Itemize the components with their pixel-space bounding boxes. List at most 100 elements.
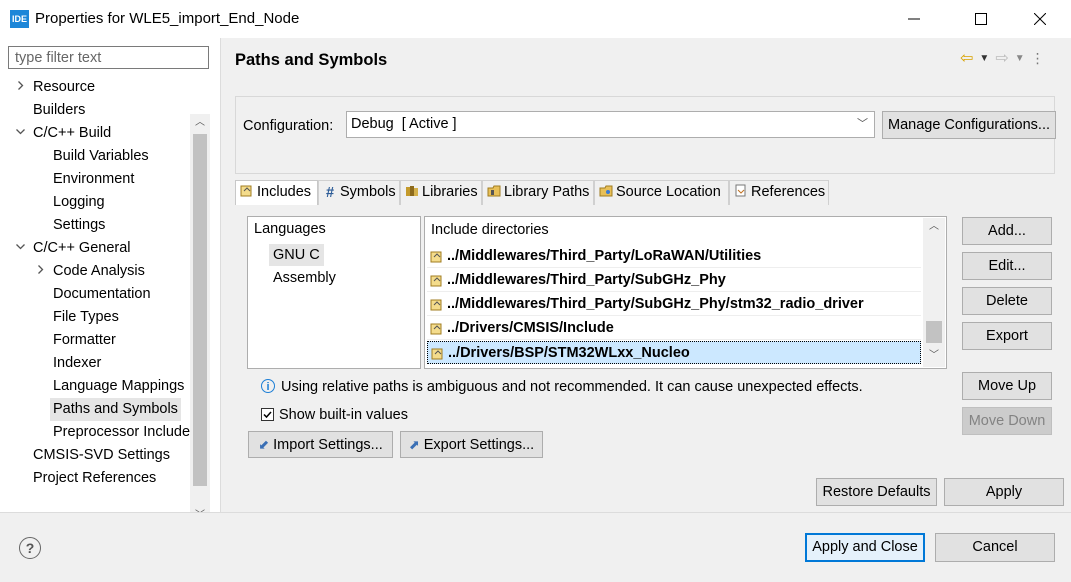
include-directory-path: ../Drivers/CMSIS/Include — [447, 320, 614, 336]
configuration-value: Debug [ Active ] — [351, 116, 457, 132]
include-directory-path: ../Drivers/BSP/STM32WLxx_Nucleo — [448, 345, 690, 361]
tab-libraries[interactable]: Libraries — [400, 180, 482, 205]
forward-dropdown-icon[interactable]: ▼ — [1015, 53, 1025, 64]
languages-header: Languages — [254, 221, 326, 237]
include-folder-icon — [430, 299, 442, 311]
include-directories-header: Include directories — [431, 222, 549, 238]
tree-item-environment[interactable]: Environment — [53, 168, 134, 191]
show-builtin-values[interactable]: Show built-in values — [261, 407, 408, 423]
tree-item-preprocessor-include[interactable]: Preprocessor Include — [53, 421, 190, 444]
libraries-icon — [406, 186, 418, 196]
tree-item-documentation[interactable]: Documentation — [53, 283, 151, 306]
tree-item-builders[interactable]: Builders — [33, 99, 85, 122]
cancel-button[interactable]: Cancel — [935, 533, 1055, 562]
restore-defaults-button[interactable]: Restore Defaults — [816, 478, 937, 506]
includes-icon — [240, 185, 252, 197]
tree-item-formatter[interactable]: Formatter — [53, 329, 116, 352]
tree-item-paths-and-symbols[interactable]: Paths and Symbols — [50, 398, 181, 421]
maximize-icon — [975, 13, 987, 25]
close-button[interactable] — [1017, 0, 1063, 38]
references-icon — [735, 184, 746, 197]
maximize-button[interactable] — [958, 0, 1004, 38]
close-icon — [1034, 13, 1046, 25]
chevron-right-icon[interactable] — [34, 264, 46, 278]
back-dropdown-icon[interactable]: ▼ — [979, 53, 989, 64]
export-icon: ⬈ — [408, 437, 420, 452]
back-arrow-icon[interactable]: ⇦ — [960, 48, 973, 68]
include-directory-row[interactable]: ../Drivers/BSP/STM32WLxx_Nucleo — [427, 341, 921, 364]
dialog-footer: ? Apply and Close Cancel — [0, 512, 1071, 582]
include-directory-path: ../Middlewares/Third_Party/SubGHz_Phy — [447, 272, 726, 288]
tree-item-indexer[interactable]: Indexer — [53, 352, 101, 375]
chevron-down-icon[interactable] — [14, 126, 26, 140]
tree-item-code-analysis[interactable]: Code Analysis — [53, 260, 145, 283]
scroll-down-icon[interactable]: ﹀ — [923, 347, 945, 365]
show-builtin-checkbox[interactable] — [261, 408, 274, 421]
source-folder-icon — [599, 185, 613, 197]
apply-and-close-button[interactable]: Apply and Close — [805, 533, 925, 562]
filter-input[interactable] — [8, 46, 209, 69]
export-settings-button[interactable]: ⬈ Export Settings... — [400, 431, 543, 458]
include-folder-icon — [430, 251, 442, 263]
include-directory-row[interactable]: ../Middlewares/Third_Party/SubGHz_Phy/st… — [427, 293, 921, 316]
properties-page: Paths and Symbols ⇦ ▼ ⇨ ▼ ⋮ Configuratio… — [221, 38, 1071, 512]
tree-item-logging[interactable]: Logging — [53, 191, 105, 214]
export-button[interactable]: Export — [962, 322, 1052, 350]
tree-item-c-c-general[interactable]: C/C++ General — [33, 237, 131, 260]
tree-item-settings[interactable]: Settings — [53, 214, 105, 237]
tree-item-cmsis-svd-settings[interactable]: CMSIS-SVD Settings — [33, 444, 170, 467]
forward-arrow-icon[interactable]: ⇨ — [995, 48, 1008, 68]
configuration-label: Configuration: — [243, 118, 334, 134]
property-tree-panel: ResourceBuildersC/C++ BuildBuild Variabl… — [0, 38, 221, 548]
language-item-assembly[interactable]: Assembly — [269, 267, 340, 289]
chevron-down-icon: ﹀ — [857, 118, 868, 130]
include-directory-row[interactable]: ../Middlewares/Third_Party/LoRaWAN/Utili… — [427, 245, 921, 268]
minimize-button[interactable] — [891, 0, 937, 38]
page-navigation: ⇦ ▼ ⇨ ▼ ⋮ — [960, 48, 1045, 68]
tab-references[interactable]: References — [729, 180, 829, 205]
app-icon: IDE — [10, 10, 29, 28]
import-settings-button[interactable]: ⬋ Import Settings... — [248, 431, 393, 458]
delete-button[interactable]: Delete — [962, 287, 1052, 315]
window-title: Properties for WLE5_import_End_Node — [35, 10, 300, 27]
tree-item-language-mappings[interactable]: Language Mappings — [53, 375, 184, 398]
tab-includes[interactable]: Includes — [235, 180, 318, 206]
checkmark-icon — [263, 411, 272, 419]
more-menu-icon[interactable]: ⋮ — [1031, 50, 1045, 67]
tree-item-build-variables[interactable]: Build Variables — [53, 145, 149, 168]
configuration-select[interactable]: Debug [ Active ] ﹀ — [346, 111, 875, 138]
include-list-scroll-thumb[interactable] — [926, 321, 942, 343]
include-folder-icon — [431, 348, 443, 360]
page-title: Paths and Symbols — [235, 51, 388, 69]
move-up-button[interactable]: Move Up — [962, 372, 1052, 400]
edit-button[interactable]: Edit... — [962, 252, 1052, 280]
manage-configurations-button[interactable]: Manage Configurations... — [882, 111, 1056, 139]
tab-library-paths[interactable]: Library Paths — [482, 180, 594, 205]
include-directory-row[interactable]: ../Middlewares/Third_Party/SubGHz_Phy — [427, 269, 921, 292]
scroll-up-icon[interactable]: ︿ — [923, 218, 945, 236]
help-icon[interactable]: ? — [19, 537, 41, 559]
info-icon: i — [261, 379, 275, 393]
tab-symbols[interactable]: # Symbols — [318, 180, 400, 205]
apply-button[interactable]: Apply — [944, 478, 1064, 506]
tree-item-c-c-build[interactable]: C/C++ Build — [33, 122, 111, 145]
tree-item-project-references[interactable]: Project References — [33, 467, 156, 490]
include-directory-path: ../Middlewares/Third_Party/LoRaWAN/Utili… — [447, 248, 762, 264]
tab-source-location[interactable]: Source Location — [594, 180, 729, 205]
hash-icon: # — [325, 185, 335, 201]
include-directory-row[interactable]: ../Drivers/CMSIS/Include — [427, 317, 921, 340]
include-directories-list[interactable]: Include directories ../Middlewares/Third… — [424, 216, 947, 369]
add-button[interactable]: Add... — [962, 217, 1052, 245]
chevron-right-icon[interactable] — [14, 80, 26, 94]
tree-item-file-types[interactable]: File Types — [53, 306, 119, 329]
languages-list[interactable]: Languages GNU C Assembly — [247, 216, 421, 369]
tree-item-resource[interactable]: Resource — [33, 76, 95, 99]
move-down-button[interactable]: Move Down — [962, 407, 1052, 435]
tree-scroll-thumb[interactable] — [193, 134, 207, 486]
scroll-up-icon[interactable]: ︿ — [190, 114, 210, 132]
language-item-gnu-c[interactable]: GNU C — [269, 244, 324, 266]
includes-tab-content: Languages GNU C Assembly Include directo… — [235, 205, 1055, 467]
chevron-down-icon[interactable] — [14, 241, 26, 255]
tree-vertical-scrollbar[interactable]: ︿ ﹀ — [190, 114, 210, 530]
include-list-scrollbar[interactable]: ︿ ﹀ — [923, 218, 945, 367]
